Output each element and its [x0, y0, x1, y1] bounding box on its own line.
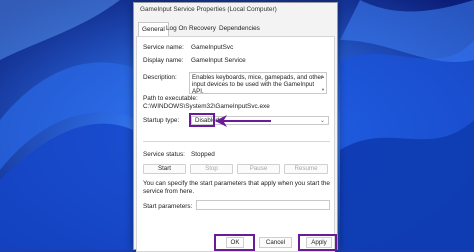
section-divider [143, 141, 330, 142]
start-params-label: Start parameters: [143, 203, 193, 210]
pause-button[interactable]: Pause [237, 164, 280, 174]
general-tab-panel: Service name: GameInputSvc Display name:… [136, 36, 335, 252]
service-status-value: Stopped [191, 151, 215, 158]
annotation-arrow-icon [215, 115, 271, 127]
startup-type-highlight [189, 113, 215, 127]
cancel-button[interactable]: Cancel [259, 237, 292, 248]
service-status-label: Service status: [143, 151, 185, 158]
tab-recovery[interactable]: Recovery [186, 22, 219, 36]
service-name-label: Service name: [143, 44, 184, 51]
resume-button[interactable]: Resume [284, 164, 328, 174]
service-properties-dialog: GameInput Service Properties (Local Comp… [133, 2, 338, 252]
description-text: Enables keyboards, mice, gamepads, and o… [192, 74, 324, 94]
dialog-title: GameInput Service Properties (Local Comp… [140, 6, 277, 13]
display-name-label: Display name: [143, 57, 184, 64]
apply-highlight [298, 234, 337, 251]
display-name-value: GameInput Service [191, 57, 246, 64]
path-label: Path to executable: [143, 95, 198, 102]
stop-button[interactable]: Stop [190, 164, 233, 174]
description-label: Description: [143, 74, 177, 81]
startup-type-label: Startup type: [143, 117, 180, 124]
tab-dependencies[interactable]: Dependencies [216, 22, 263, 36]
start-params-input[interactable] [196, 200, 330, 210]
start-params-hint: You can specify the start parameters tha… [143, 180, 330, 195]
scroll-up-icon[interactable]: ▲ [321, 73, 325, 80]
service-name-value: GameInputSvc [191, 44, 234, 51]
path-value: C:\WINDOWS\System32\GameInputSvc.exe [143, 103, 270, 110]
chevron-down-icon: ⌄ [319, 118, 325, 124]
scroll-down-icon[interactable]: ▼ [321, 86, 325, 93]
ok-highlight [214, 234, 255, 251]
description-box[interactable]: Enables keyboards, mice, gamepads, and o… [189, 72, 327, 94]
start-button[interactable]: Start [143, 164, 186, 174]
dialog-titlebar[interactable]: GameInput Service Properties (Local Comp… [134, 3, 337, 19]
